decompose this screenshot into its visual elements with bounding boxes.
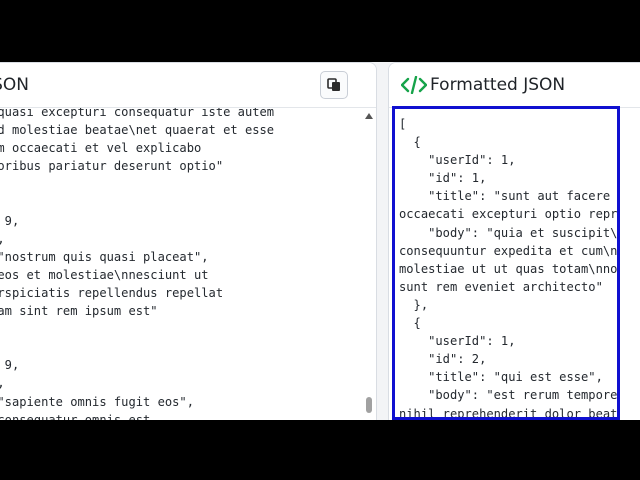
input-json-panel: t JSON y": "quasi excepturi consequatur …: [0, 62, 377, 420]
input-scrollbar[interactable]: [362, 108, 376, 420]
input-panel-header: t JSON: [0, 63, 376, 108]
formatted-json-output[interactable]: [ { "userId": 1, "id": 1, "title": "sunt…: [392, 106, 620, 420]
scroll-thumb[interactable]: [366, 397, 372, 413]
output-panel-header: Formatted JSON: [389, 63, 640, 108]
scroll-up-arrow-icon[interactable]: [365, 113, 373, 119]
input-json-editor[interactable]: y": "quasi excepturi consequatur iste au…: [0, 108, 376, 420]
output-panel-title: Formatted JSON: [430, 75, 566, 95]
copy-button[interactable]: [320, 71, 348, 99]
input-panel-title: t JSON: [0, 75, 29, 95]
input-json-text[interactable]: y": "quasi excepturi consequatur iste au…: [0, 108, 274, 420]
code-icon: [401, 76, 427, 94]
copy-icon: [327, 78, 340, 91]
formatted-json-text[interactable]: [ { "userId": 1, "id": 1, "title": "sunt…: [399, 115, 617, 417]
